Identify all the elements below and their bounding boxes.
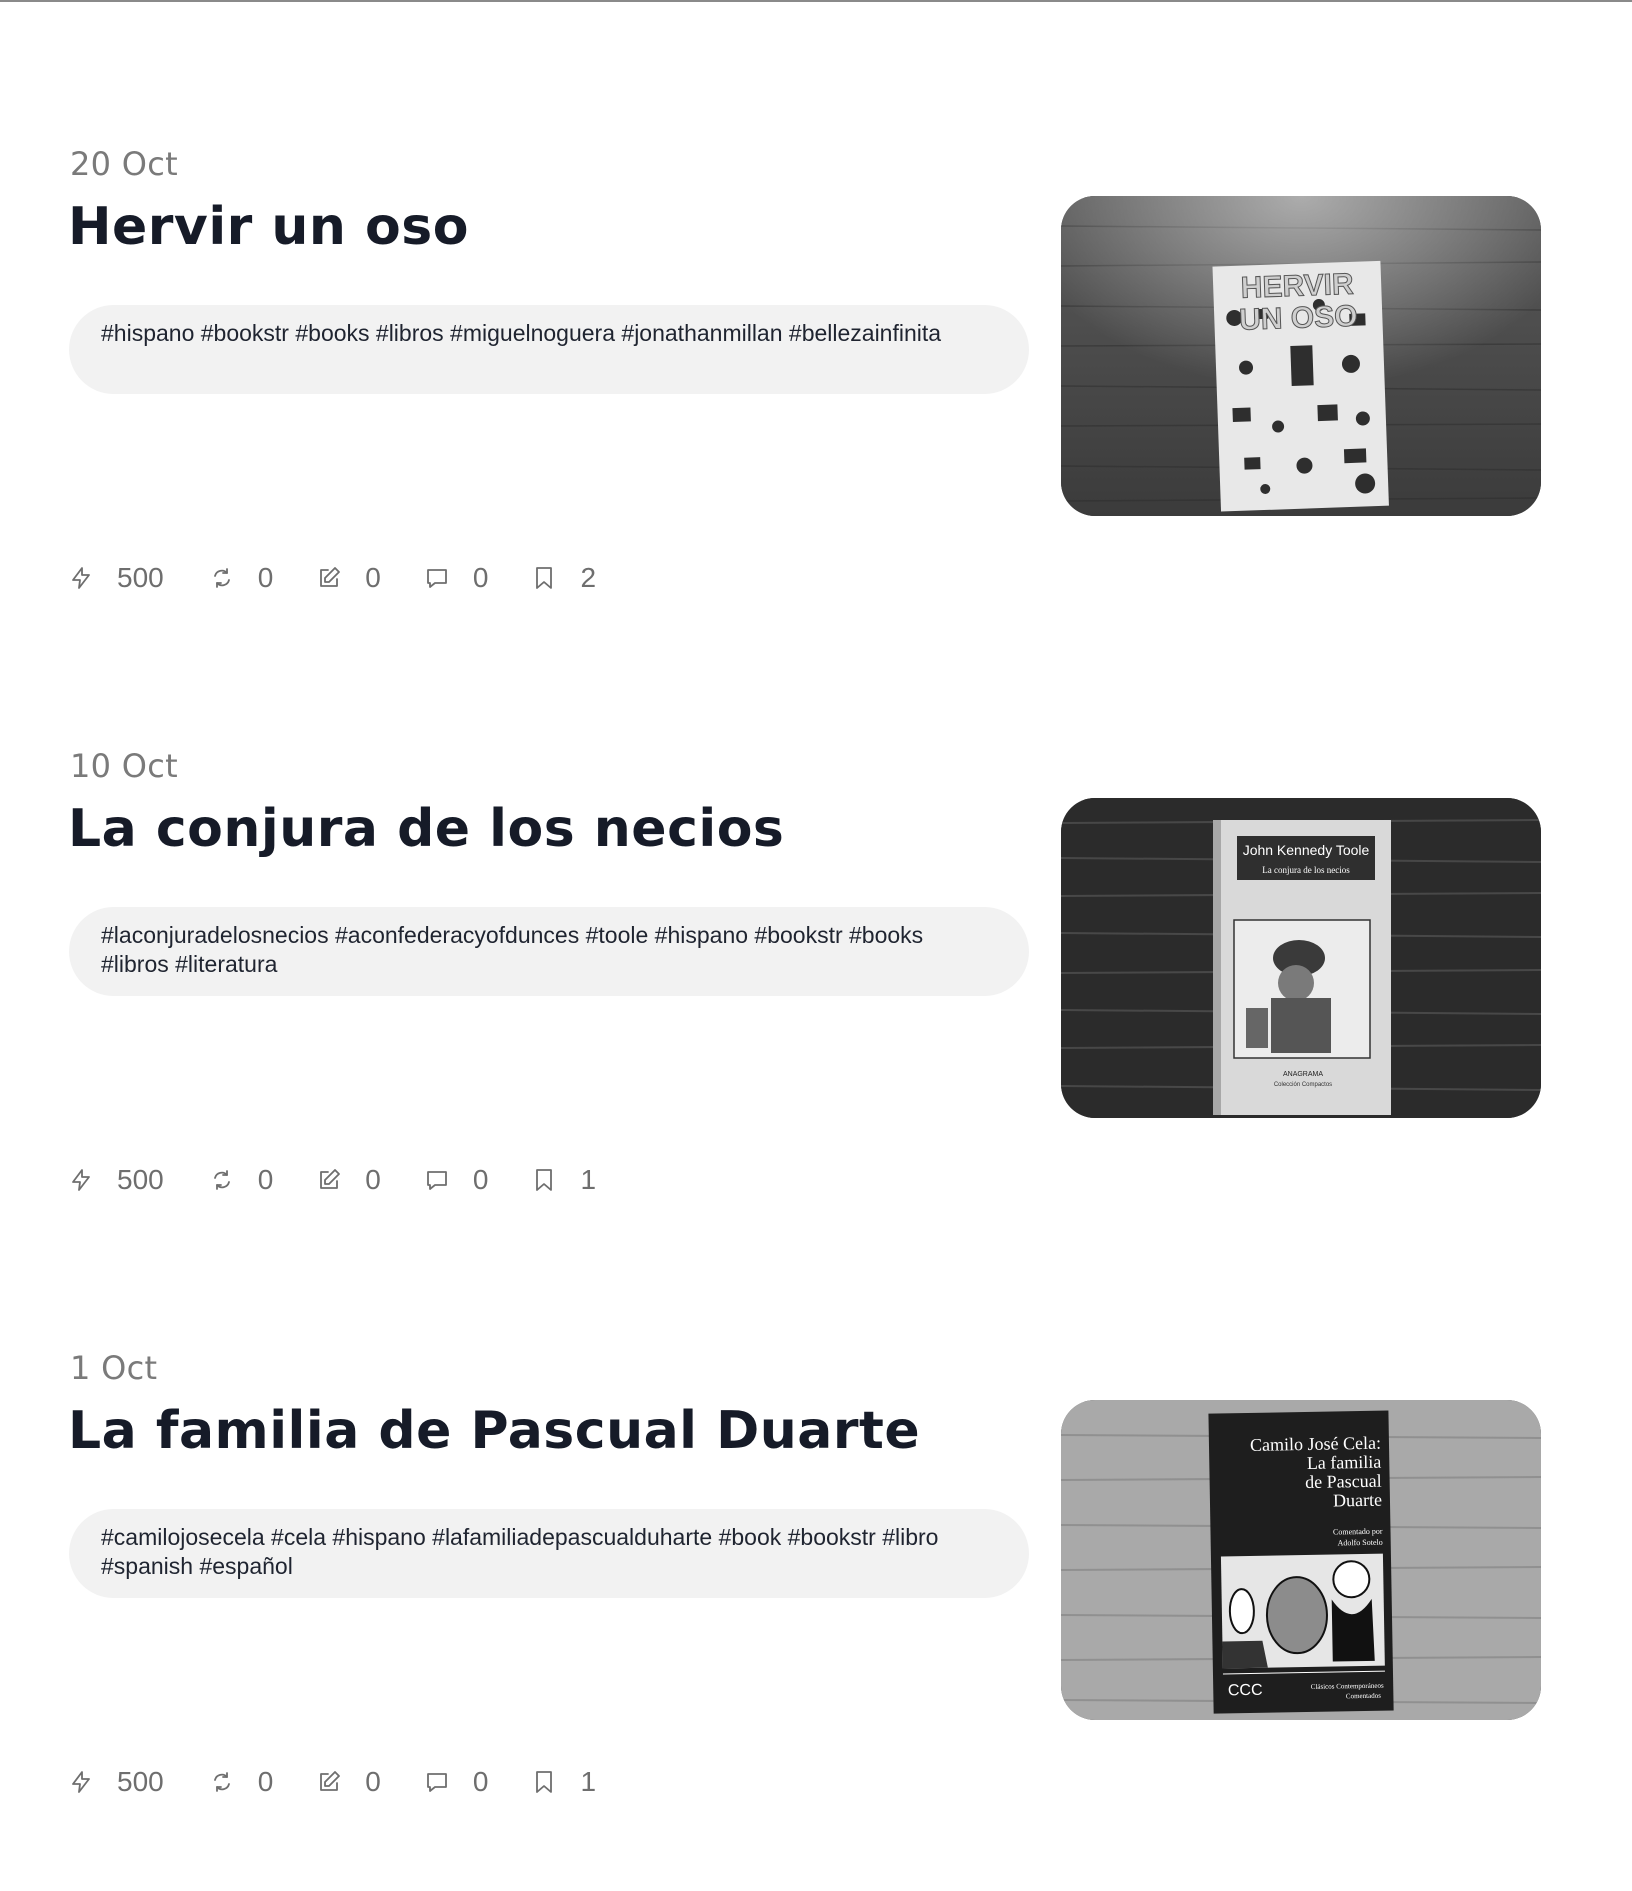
cover-note-text: Adolfo Sotelo [1338, 1538, 1383, 1548]
post-date: 10 Oct [70, 747, 179, 785]
svg-text:UN OSO: UN OSO [1239, 300, 1358, 337]
bookmark-count: 1 [580, 1164, 597, 1195]
bookmark-stat[interactable]: 1 [532, 1766, 596, 1798]
repost-count: 0 [257, 562, 274, 593]
lightning-icon [69, 1168, 93, 1192]
cover-series-text: Clásicos Contemporáneos [1311, 1682, 1384, 1691]
repost-count: 0 [257, 1164, 274, 1195]
post-stats: 500 0 0 0 [69, 558, 640, 598]
comment-stat[interactable]: 0 [425, 1164, 489, 1196]
post-title[interactable]: La conjura de los necios [68, 798, 784, 860]
post-cover-image[interactable]: Camilo José Cela: La familia de Pascual … [1061, 1400, 1541, 1720]
bookmark-icon [532, 1770, 556, 1794]
cover-author-text: John Kennedy Toole [1243, 842, 1370, 858]
zap-stat[interactable]: 500 [69, 1766, 164, 1798]
quote-count: 0 [365, 1164, 381, 1195]
comment-stat[interactable]: 0 [425, 562, 489, 594]
quote-count: 0 [365, 1766, 381, 1797]
post-tags: #camilojosecela #cela #hispano #lafamili… [69, 1509, 1029, 1598]
cover-title-line: de Pascual [1305, 1471, 1382, 1492]
bookmark-icon [532, 566, 556, 590]
repost-stat[interactable]: 0 [210, 562, 274, 594]
quote-stat[interactable]: 0 [317, 1164, 381, 1196]
zap-stat[interactable]: 500 [69, 1164, 164, 1196]
top-divider [0, 0, 1632, 2]
cover-title-line: Duarte [1333, 1490, 1382, 1511]
cover-collection-text: Colección Compactos [1274, 1082, 1332, 1088]
cover-title-text: La conjura de los necios [1262, 865, 1350, 875]
repost-count: 0 [257, 1766, 274, 1797]
bookmark-count: 2 [580, 562, 597, 593]
quote-edit-icon [317, 1168, 341, 1192]
post-title[interactable]: Hervir un oso [68, 196, 469, 258]
zap-count: 500 [117, 1766, 164, 1797]
post-cover-image[interactable]: HERVIR UN OSO [1061, 196, 1541, 516]
zap-stat[interactable]: 500 [69, 562, 164, 594]
lightning-icon [69, 1770, 93, 1794]
cover-title-line: La familia [1307, 1452, 1382, 1473]
lightning-icon [69, 566, 93, 590]
post-stats: 500 0 0 0 [69, 1160, 640, 1200]
comment-count: 0 [472, 1164, 489, 1195]
post-card[interactable]: 10 Oct La conjura de los necios #laconju… [0, 748, 1632, 1268]
cover-title-text: HERVIR [1240, 268, 1354, 305]
bookmark-stat[interactable]: 2 [532, 562, 596, 594]
bookmark-stat[interactable]: 1 [532, 1164, 596, 1196]
quote-count: 0 [365, 562, 381, 593]
zap-count: 500 [117, 1164, 164, 1195]
cover-series-text: Comentados [1346, 1692, 1381, 1701]
post-date: 20 Oct [70, 145, 179, 183]
quote-edit-icon [317, 1770, 341, 1794]
comment-icon [425, 1770, 449, 1794]
repost-icon [210, 1770, 234, 1794]
quote-stat[interactable]: 0 [317, 1766, 381, 1798]
comment-count: 0 [472, 1766, 489, 1797]
post-date: 1 Oct [70, 1349, 158, 1387]
comment-count: 0 [472, 562, 489, 593]
bookmark-icon [532, 1168, 556, 1192]
repost-icon [210, 1168, 234, 1192]
bookmark-count: 1 [580, 1766, 597, 1797]
post-cover-image[interactable]: John Kennedy Toole La conjura de los nec… [1061, 798, 1541, 1118]
post-tags: #laconjuradelosnecios #aconfederacyofdun… [69, 907, 1029, 996]
repost-stat[interactable]: 0 [210, 1164, 274, 1196]
post-card[interactable]: 20 Oct Hervir un oso #hispano #bookstr #… [0, 146, 1632, 666]
zap-count: 500 [117, 562, 164, 593]
post-title[interactable]: La familia de Pascual Duarte [68, 1400, 920, 1462]
comment-stat[interactable]: 0 [425, 1766, 489, 1798]
post-stats: 500 0 0 0 [69, 1762, 640, 1802]
comment-icon [425, 566, 449, 590]
repost-stat[interactable]: 0 [210, 1766, 274, 1798]
cover-logo-text: CCC [1228, 1682, 1263, 1700]
repost-icon [210, 566, 234, 590]
comment-icon [425, 1168, 449, 1192]
quote-edit-icon [317, 566, 341, 590]
quote-stat[interactable]: 0 [317, 562, 381, 594]
post-tags: #hispano #bookstr #books #libros #miguel… [69, 305, 1029, 394]
cover-note-text: Comentado por [1333, 1527, 1383, 1537]
post-card[interactable]: 1 Oct La familia de Pascual Duarte #cami… [0, 1350, 1632, 1870]
cover-publisher-text: ANAGRAMA [1283, 1071, 1323, 1078]
